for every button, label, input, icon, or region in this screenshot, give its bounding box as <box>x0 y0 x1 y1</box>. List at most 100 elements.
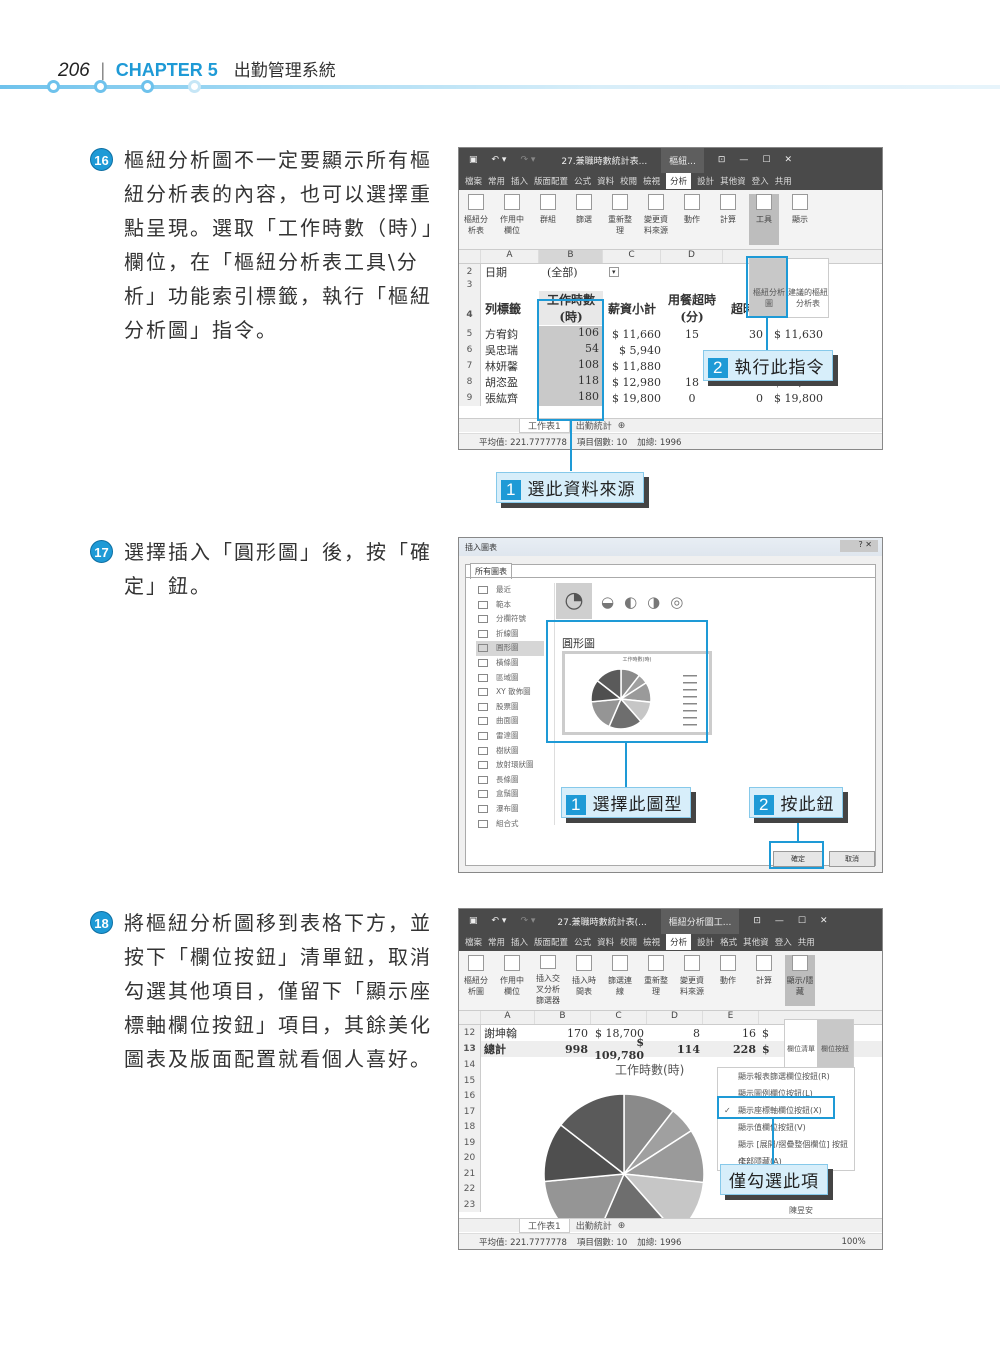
cell[interactable]: 日期 <box>481 264 539 280</box>
chart-category-item[interactable]: 放射環狀圖 <box>476 758 544 773</box>
maximize-icon[interactable]: ☐ <box>798 916 806 926</box>
dropdown-icon[interactable]: ▾ <box>609 267 619 277</box>
tab[interactable]: 設計 <box>697 936 714 948</box>
cell[interactable]: $ <box>759 1043 773 1056</box>
tab[interactable]: 插入 <box>511 936 528 948</box>
chart-category-item[interactable]: XY 散佈圖 <box>476 685 544 700</box>
cell[interactable]: 方宥鈞 <box>481 326 539 342</box>
ribbon-button[interactable]: 樞紐分析圖 <box>461 955 491 1006</box>
context-tab[interactable]: 樞紐... <box>661 148 704 173</box>
chart-category-item[interactable]: 樹狀圖 <box>476 744 544 759</box>
tab[interactable]: 分析 <box>666 934 692 950</box>
chart-category-item[interactable]: 瀑布圖 <box>476 802 544 817</box>
chart-category-item[interactable]: 範本 <box>476 598 544 613</box>
row-number[interactable]: 8 <box>459 374 481 390</box>
row-number[interactable]: 14 <box>459 1057 481 1073</box>
chart-category-item[interactable]: 組合式 <box>476 817 544 832</box>
sheet-tab[interactable]: 出勤統計 <box>576 1219 612 1232</box>
tab[interactable]: 格式 <box>720 936 737 948</box>
row-number[interactable]: 21 <box>459 1165 481 1181</box>
cell[interactable]: 114 <box>647 1043 703 1056</box>
ribbon-display-icon[interactable]: ⊡ <box>753 916 761 926</box>
ribbon-button[interactable]: 計算 <box>749 955 779 1006</box>
row-number[interactable]: 17 <box>459 1103 481 1119</box>
chart-category-item[interactable]: 雷達圖 <box>476 729 544 744</box>
redo-icon[interactable]: ↷ ▾ <box>520 916 535 926</box>
cell[interactable]: 228 <box>703 1043 759 1056</box>
cell[interactable]: $ <box>759 1027 773 1040</box>
minimize-icon[interactable]: — <box>739 155 748 165</box>
row-number[interactable]: 23 <box>459 1196 481 1212</box>
cell[interactable]: 謝坤翰 <box>481 1025 535 1041</box>
column-header[interactable]: C <box>603 250 661 263</box>
ribbon-button[interactable]: 作用中欄位 <box>497 955 527 1006</box>
close-icon[interactable]: ✕ <box>820 916 828 926</box>
column-header[interactable]: A <box>481 1011 535 1024</box>
pie-variants[interactable]: ◒◐◑◎ <box>601 593 693 611</box>
row-number[interactable]: 12 <box>459 1025 481 1041</box>
ribbon-button[interactable]: 插入交叉分析篩選器 <box>533 955 563 1006</box>
ribbon-button[interactable]: 動作 <box>677 194 707 245</box>
cell[interactable]: $ 19,800 <box>763 392 823 405</box>
cell[interactable]: 0 <box>723 392 763 405</box>
field-buttons-dropdown[interactable]: 欄位按鈕 <box>817 1020 853 1068</box>
column-header[interactable]: B <box>539 250 603 263</box>
chart-title[interactable]: 工作時數(時) <box>615 1061 684 1078</box>
chart-category-item[interactable]: 盒鬚圖 <box>476 787 544 802</box>
tab[interactable]: 檔案 <box>465 175 482 187</box>
pie-chart[interactable] <box>539 1089 709 1229</box>
cell[interactable]: 吳忠瑞 <box>481 342 539 358</box>
recommended-pivottables-button[interactable]: 建議的樞紐分析表 <box>788 259 828 317</box>
ribbon-button[interactable]: 篩選 <box>569 194 599 245</box>
row-number[interactable]: 9 <box>459 390 481 406</box>
cell[interactable]: 林妍馨 <box>481 358 539 374</box>
chart-category-item[interactable]: 橫條圖 <box>476 656 544 671</box>
header-cell[interactable]: 用餐超時(分) <box>661 291 723 325</box>
ribbon-button[interactable]: 動作 <box>713 955 743 1006</box>
cell[interactable]: $ 12,980 <box>603 376 661 389</box>
row-number[interactable]: 20 <box>459 1150 481 1166</box>
chart-category-item[interactable]: 圓形圖 <box>476 641 544 656</box>
chart-category-item[interactable]: 區域圖 <box>476 671 544 686</box>
context-tab[interactable]: 樞紐分析圖工... <box>660 909 740 934</box>
row-number[interactable]: 18 <box>459 1119 481 1135</box>
chart-category-item[interactable]: 折線圖 <box>476 627 544 642</box>
chart-category-item[interactable]: 曲面圖 <box>476 714 544 729</box>
menu-item[interactable]: 顯示報表篩選欄位按鈕(R) <box>718 1068 854 1085</box>
cell[interactable]: 總計 <box>481 1041 535 1057</box>
ribbon-button[interactable]: 變更資料來源 <box>641 194 671 245</box>
row-number[interactable]: 22 <box>459 1181 481 1197</box>
chart-category-item[interactable]: 最近 <box>476 583 544 598</box>
ribbon-button[interactable]: 工具 <box>749 194 779 245</box>
tab[interactable]: 共用 <box>798 936 815 948</box>
row-number[interactable]: 6 <box>459 342 481 358</box>
chart-category-item[interactable]: 分欄符號 <box>476 612 544 627</box>
row-number[interactable]: 16 <box>459 1088 481 1104</box>
ribbon-button[interactable]: 樞紐分析表 <box>461 194 491 245</box>
row-number[interactable]: 5 <box>459 326 481 342</box>
field-list-button[interactable]: 欄位清單 <box>785 1020 817 1068</box>
cell[interactable]: $ 11,880 <box>603 360 661 373</box>
row-number[interactable]: 13 <box>459 1041 481 1057</box>
tab[interactable]: 檔案 <box>465 936 482 948</box>
cell[interactable]: 8 <box>647 1027 703 1040</box>
column-header[interactable]: D <box>647 1011 703 1024</box>
tab[interactable]: 版面配置 <box>534 175 568 187</box>
column-header[interactable]: B <box>535 1011 591 1024</box>
close-button[interactable]: ? ✕ <box>840 540 878 552</box>
tab[interactable]: 登入 <box>775 936 792 948</box>
cell[interactable]: 張紘齊 <box>481 390 539 406</box>
tab[interactable]: 常用 <box>488 175 505 187</box>
tab[interactable]: 其他資 <box>743 936 769 948</box>
tab[interactable]: 其他資 <box>720 175 746 187</box>
ribbon-button[interactable]: 作用中欄位 <box>497 194 527 245</box>
redo-icon[interactable]: ↷ ▾ <box>520 155 535 165</box>
add-sheet-icon[interactable]: ⊕ <box>618 421 626 431</box>
cell[interactable]: 998 <box>535 1043 591 1056</box>
minimize-icon[interactable]: — <box>775 916 784 926</box>
save-icon[interactable]: ▣ <box>469 916 478 926</box>
column-header[interactable]: D <box>661 250 723 263</box>
column-header[interactable]: C <box>591 1011 647 1024</box>
tab[interactable]: 插入 <box>511 175 528 187</box>
ribbon-button[interactable]: 重新整理 <box>605 194 635 245</box>
